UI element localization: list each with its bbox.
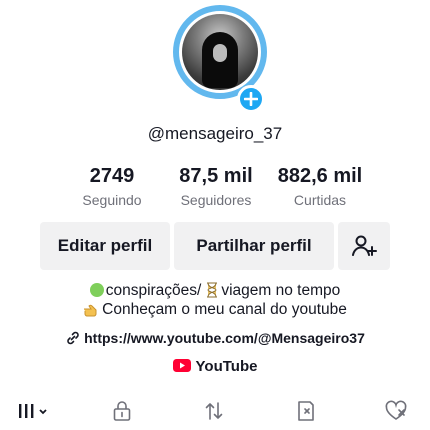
hourglass-emoji-icon xyxy=(207,282,218,298)
profile-link[interactable]: https://www.youtube.com/@Mensageiro37 xyxy=(0,330,430,346)
repost-icon xyxy=(205,402,223,420)
share-profile-button[interactable]: Partilhar perfil xyxy=(174,222,334,270)
bio-line-1: conspirações/viagem no tempo xyxy=(0,282,430,300)
pointing-hand-emoji-icon xyxy=(84,304,97,317)
tab-videos[interactable] xyxy=(4,394,64,428)
edit-profile-label: Editar perfil xyxy=(57,236,153,255)
add-story-button[interactable] xyxy=(237,85,265,113)
youtube-link[interactable]: YouTube xyxy=(0,358,430,375)
likes-label[interactable]: Curtidas xyxy=(272,192,368,208)
followers-count[interactable]: 87,5 mil xyxy=(170,165,262,188)
avatar-face xyxy=(213,44,227,62)
username: @mensageiro_37 xyxy=(147,124,283,143)
youtube-icon xyxy=(172,359,191,372)
bio-text-youtube: Conheçam o meu canal do youtube xyxy=(102,301,347,318)
bio-text-time-travel: viagem no tempo xyxy=(221,282,341,299)
following-label[interactable]: Seguindo xyxy=(74,192,150,208)
plus-icon xyxy=(244,92,258,106)
share-profile-label: Partilhar perfil xyxy=(196,236,312,255)
tab-favorites[interactable] xyxy=(276,394,336,428)
tab-reposts[interactable] xyxy=(184,394,244,428)
profile-link-text: https://www.youtube.com/@Mensageiro37 xyxy=(84,330,365,346)
link-icon xyxy=(67,331,79,345)
following-count[interactable]: 2749 xyxy=(74,165,150,188)
likes-count[interactable]: 882,6 mil xyxy=(272,165,368,188)
alien-emoji-icon xyxy=(89,283,104,297)
add-user-icon xyxy=(352,235,377,256)
bookmark-icon xyxy=(298,401,314,421)
bio-line-2: Conheçam o meu canal do youtube xyxy=(0,301,430,319)
tab-liked[interactable] xyxy=(366,394,426,428)
avatar-image xyxy=(182,14,258,90)
bio-text-conspiracies: conspirações/ xyxy=(105,282,202,299)
grid-menu-icon xyxy=(19,404,47,418)
edit-profile-button[interactable]: Editar perfil xyxy=(40,222,170,270)
liked-icon xyxy=(385,400,407,420)
youtube-label: YouTube xyxy=(195,358,258,375)
lock-icon xyxy=(113,401,131,421)
tab-private[interactable] xyxy=(92,394,152,428)
add-friend-button[interactable] xyxy=(338,222,390,270)
followers-label[interactable]: Seguidores xyxy=(170,192,262,208)
